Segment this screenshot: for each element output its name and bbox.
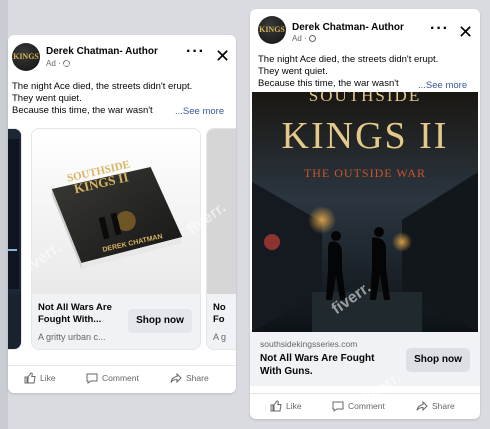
post-text: The night Ace died, the streets didn't e…	[258, 54, 438, 90]
title-line: Fought With...	[38, 314, 102, 325]
post-header: KINGS Derek Chatman- Author Ad · ··· ✕	[250, 9, 480, 49]
carousel-card-next[interactable]: No Fo A g	[206, 128, 236, 350]
close-button[interactable]: ✕	[458, 23, 473, 41]
sponsored-label: Ad ·	[292, 34, 316, 43]
post-text-line: The night Ace died, the streets didn't e…	[258, 54, 439, 65]
book-cover-image	[8, 129, 21, 294]
background-strip	[0, 0, 8, 429]
cover-title-top: SOUTHSIDE	[308, 92, 422, 105]
title-line: Fo	[213, 314, 225, 325]
book-mockup-image	[32, 129, 200, 294]
carousel-card-title: Not All Wars Are Fought With...	[38, 302, 112, 326]
share-icon	[170, 372, 182, 384]
ad-post-carousel: KINGS Derek Chatman- Author Ad · ··· ✕ T…	[8, 35, 236, 393]
title-line: Not All Wars Are Fought	[260, 353, 375, 364]
like-button[interactable]: Like	[24, 372, 56, 384]
share-label: Share	[186, 373, 209, 383]
post-header: KINGS Derek Chatman- Author Ad · ··· ✕	[8, 35, 236, 75]
comment-icon	[332, 401, 344, 412]
like-label: Like	[286, 401, 302, 411]
link-preview[interactable]: southsidekingsseries.com Not All Wars Ar…	[250, 332, 480, 386]
avatar[interactable]: KINGS	[258, 16, 286, 44]
action-bar: Like Comment Share	[250, 393, 480, 417]
carousel-card[interactable]: SOUTHSIDE KINGS II DEREK CHATMAN Not All…	[31, 128, 201, 350]
close-button[interactable]: ✕	[215, 47, 230, 65]
post-text-line: Because this time, the war wasn't	[258, 78, 399, 89]
book-mockup-image	[207, 129, 236, 294]
see-more-link[interactable]: ...See more	[418, 80, 467, 91]
carousel-card-title: No Fo	[213, 302, 226, 326]
author-name[interactable]: Derek Chatman- Author	[46, 46, 158, 57]
comment-label: Comment	[348, 401, 385, 411]
comment-icon	[86, 373, 98, 384]
comment-button[interactable]: Comment	[86, 372, 139, 384]
title-line: No	[213, 302, 226, 313]
action-bar: Like Comment Share	[8, 365, 236, 389]
share-button[interactable]: Share	[416, 400, 455, 412]
post-text-line: They went quiet.	[258, 66, 328, 77]
shop-now-button[interactable]: Shop now	[128, 309, 192, 333]
cover-subtitle: THE OUTSIDE WAR	[303, 166, 427, 180]
ad-post-single-image: KINGS Derek Chatman- Author Ad · ··· ✕ T…	[250, 9, 480, 419]
more-options-button[interactable]: ···	[430, 21, 449, 37]
post-text-line: They went quiet.	[12, 93, 82, 104]
like-button[interactable]: Like	[270, 400, 302, 412]
like-label: Like	[40, 373, 56, 383]
title-line: With Guns.	[260, 366, 313, 377]
like-icon	[270, 400, 282, 412]
post-text: The night Ace died, the streets didn't e…	[12, 81, 192, 117]
comment-button[interactable]: Comment	[332, 400, 385, 412]
share-label: Share	[432, 401, 455, 411]
share-button[interactable]: Share	[170, 372, 209, 384]
comment-label: Comment	[102, 373, 139, 383]
globe-icon	[308, 35, 316, 42]
carousel-card-description: A g	[213, 332, 227, 342]
author-name[interactable]: Derek Chatman- Author	[292, 22, 404, 33]
globe-icon	[62, 60, 70, 67]
share-icon	[416, 400, 428, 412]
carousel-card-description: A gritty urban c...	[38, 332, 106, 342]
like-icon	[24, 372, 36, 384]
carousel: SOUTHSIDE KINGS II DEREK CHATMAN Not All…	[8, 128, 236, 360]
shop-now-button[interactable]: Shop now	[406, 348, 470, 372]
link-url: southsidekingsseries.com	[260, 339, 358, 349]
more-options-button[interactable]: ···	[186, 44, 205, 60]
avatar[interactable]: KINGS	[12, 43, 40, 71]
post-text-line: Because this time, the war wasn't	[12, 105, 153, 116]
sponsored-label: Ad ·	[46, 59, 70, 68]
carousel-card-previous[interactable]	[8, 128, 22, 350]
ad-image[interactable]: SOUTHSIDE KINGS II THE OUTSIDE WAR	[252, 92, 478, 332]
cover-title: KINGS II	[281, 115, 449, 157]
see-more-link[interactable]: ...See more	[175, 106, 224, 117]
post-text-line: The night Ace died, the streets didn't e…	[12, 81, 193, 92]
title-line: Not All Wars Are	[38, 302, 112, 313]
link-title: Not All Wars Are Fought With Guns.	[260, 352, 374, 378]
